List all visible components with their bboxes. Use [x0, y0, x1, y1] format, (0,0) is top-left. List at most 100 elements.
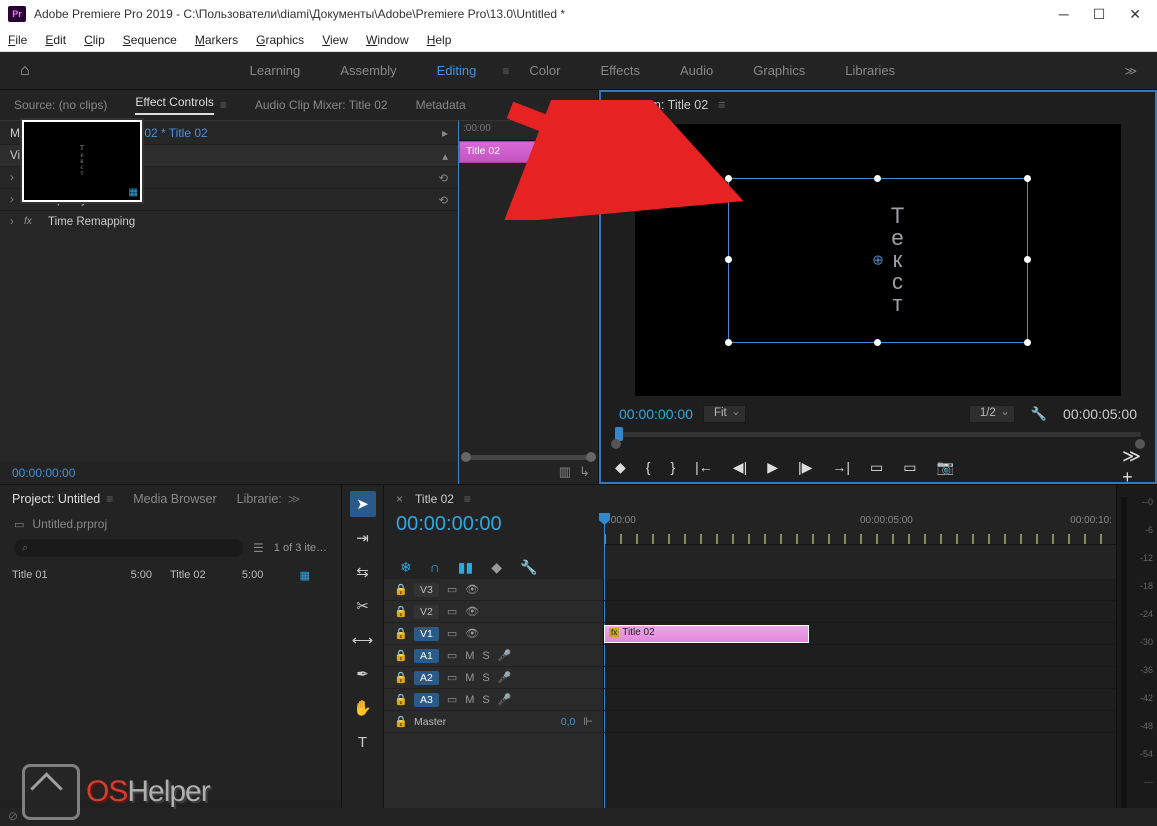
- tab-libraries[interactable]: Librarie:: [237, 492, 282, 506]
- export-icon[interactable]: ↳: [579, 464, 590, 480]
- menu-help[interactable]: Help: [427, 33, 452, 47]
- project-overflow-icon[interactable]: ≫: [288, 492, 301, 506]
- lane-a3[interactable]: [604, 689, 1116, 711]
- lock-icon[interactable]: 🔒: [394, 583, 406, 596]
- eye-icon[interactable]: 👁: [465, 605, 479, 618]
- menu-sequence[interactable]: Sequence: [123, 33, 177, 47]
- lane-v1[interactable]: fxTitle 02: [604, 623, 1116, 645]
- lock-icon[interactable]: 🔒: [394, 671, 406, 684]
- mini-scrollbar[interactable]: [465, 455, 592, 460]
- mini-ruler[interactable]: :00:00 00:00:: [459, 121, 598, 141]
- tab-effect-menu-icon[interactable]: ≡: [220, 98, 227, 112]
- bin-thumb-title02[interactable]: Текст ▦: [22, 120, 142, 202]
- ws-overflow-icon[interactable]: ≫: [1124, 64, 1137, 78]
- panel-timecode[interactable]: 00:00:00:00: [0, 462, 458, 484]
- in-point-icon[interactable]: {: [646, 459, 651, 475]
- menu-file[interactable]: File: [8, 33, 27, 47]
- toggle-output-icon[interactable]: ▭: [447, 583, 457, 596]
- step-forward-icon[interactable]: |▶: [798, 459, 812, 476]
- eye-icon[interactable]: 👁: [465, 583, 479, 596]
- bin-item-1[interactable]: Title 01 5:00: [12, 569, 152, 792]
- collapse-icon[interactable]: ▴: [442, 149, 448, 163]
- tab-effect-controls[interactable]: Effect Controls: [135, 95, 213, 115]
- solo-icon[interactable]: S: [482, 694, 489, 706]
- scrub-handle-left[interactable]: [611, 439, 621, 449]
- expand-icon[interactable]: ⊩: [583, 715, 593, 728]
- timeline-ruler[interactable]: :00:00 00:00:05:00 00:00:10:: [604, 513, 1116, 545]
- track-a3[interactable]: 🔒 A3 ▭ M S 🎤: [384, 689, 603, 711]
- toggle-output-icon[interactable]: ▭: [447, 693, 457, 706]
- wrench-icon[interactable]: 🔧: [520, 559, 537, 576]
- eye-icon[interactable]: 👁: [465, 627, 479, 640]
- marker-toggle-icon[interactable]: ◆: [491, 559, 502, 576]
- track-v1[interactable]: 🔒 V1 ▭ 👁: [384, 623, 603, 645]
- lane-master[interactable]: [604, 711, 1116, 733]
- voice-over-icon[interactable]: 🎤: [498, 693, 512, 706]
- expand-icon[interactable]: ›: [10, 216, 18, 228]
- slip-tool-icon[interactable]: ⟷: [350, 627, 376, 653]
- lock-icon[interactable]: 🔒: [394, 715, 406, 728]
- tab-metadata[interactable]: Metadata: [416, 98, 466, 112]
- lane-v2[interactable]: [604, 601, 1116, 623]
- effect-mini-timeline[interactable]: :00:00 00:00: Title 02 ▥ ↳: [458, 120, 598, 484]
- mini-clip[interactable]: Title 02: [459, 141, 589, 163]
- menu-edit[interactable]: Edit: [45, 33, 66, 47]
- menu-window[interactable]: Window: [366, 33, 409, 47]
- lock-icon[interactable]: 🔒: [394, 605, 406, 618]
- ws-effects[interactable]: Effects: [600, 63, 640, 78]
- settings-icon[interactable]: 🔧: [1031, 406, 1047, 422]
- reset-icon[interactable]: ⟲: [438, 171, 448, 185]
- selection-tool-icon[interactable]: ➤: [350, 491, 376, 517]
- lane-a1[interactable]: [604, 645, 1116, 667]
- timeline-close-icon[interactable]: ×: [396, 492, 403, 506]
- razor-tool-icon[interactable]: ✂: [350, 593, 376, 619]
- play-triangle-icon[interactable]: ▸: [442, 126, 448, 140]
- ws-assembly[interactable]: Assembly: [340, 63, 396, 78]
- track-a2[interactable]: 🔒 A2 ▭ M S 🎤: [384, 667, 603, 689]
- bin-item-2[interactable]: Title 02 5:00 ▦ Текст ▦: [170, 569, 310, 792]
- toggle-output-icon[interactable]: ▭: [447, 605, 457, 618]
- voice-over-icon[interactable]: 🎤: [498, 649, 512, 662]
- program-timecode-left[interactable]: 00:00:00:00: [619, 406, 693, 422]
- lock-icon[interactable]: 🔒: [394, 649, 406, 662]
- track-select-tool-icon[interactable]: ⇥: [350, 525, 376, 551]
- out-point-icon[interactable]: }: [670, 459, 675, 475]
- scrub-handle-right[interactable]: [1135, 439, 1145, 449]
- menu-markers[interactable]: Markers: [195, 33, 238, 47]
- step-back-icon[interactable]: ◀|: [733, 459, 747, 476]
- minimize-button[interactable]: ─: [1059, 6, 1069, 23]
- loop-icon[interactable]: ▥: [559, 464, 571, 480]
- snap-icon[interactable]: ❄: [400, 559, 412, 576]
- ws-learning[interactable]: Learning: [250, 63, 301, 78]
- ws-graphics[interactable]: Graphics: [753, 63, 805, 78]
- bin-area[interactable]: Title 01 5:00 Title 02 5:00 ▦ Текст ▦: [0, 561, 341, 800]
- toggle-output-icon[interactable]: ▭: [447, 627, 457, 640]
- magnet-icon[interactable]: ∩: [430, 559, 440, 575]
- solo-icon[interactable]: S: [482, 672, 489, 684]
- lane-v3[interactable]: [604, 579, 1116, 601]
- tab-media-browser[interactable]: Media Browser: [133, 492, 216, 506]
- track-v2[interactable]: 🔒 V2 ▭ 👁: [384, 601, 603, 623]
- menu-graphics[interactable]: Graphics: [256, 33, 304, 47]
- extract-icon[interactable]: ▭: [903, 459, 916, 476]
- solo-icon[interactable]: S: [482, 650, 489, 662]
- mute-icon[interactable]: M: [465, 694, 474, 706]
- export-frame-icon[interactable]: 📷: [937, 459, 954, 476]
- project-tab-menu-icon[interactable]: ≡: [106, 492, 113, 506]
- track-a1[interactable]: 🔒 A1 ▭ M S 🎤: [384, 645, 603, 667]
- ws-libraries[interactable]: Libraries: [845, 63, 895, 78]
- program-menu-icon[interactable]: ≡: [718, 98, 725, 112]
- tab-audio-mixer[interactable]: Audio Clip Mixer: Title 02: [255, 98, 388, 112]
- go-to-out-icon[interactable]: →|: [832, 459, 850, 475]
- text-selection-box[interactable]: ⊕: [728, 178, 1028, 343]
- lane-a2[interactable]: [604, 667, 1116, 689]
- lock-icon[interactable]: 🔒: [394, 693, 406, 706]
- lift-icon[interactable]: ▭: [870, 459, 883, 476]
- hand-tool-icon[interactable]: ✋: [350, 695, 376, 721]
- zoom-fit-dropdown[interactable]: Fit: [703, 405, 746, 423]
- go-to-in-icon[interactable]: |←: [695, 459, 713, 475]
- program-scrubber[interactable]: [601, 426, 1155, 452]
- ws-editing-menu-icon[interactable]: ≡: [502, 64, 509, 78]
- menu-view[interactable]: View: [322, 33, 348, 47]
- timeline-timecode[interactable]: 00:00:00:00: [396, 513, 502, 536]
